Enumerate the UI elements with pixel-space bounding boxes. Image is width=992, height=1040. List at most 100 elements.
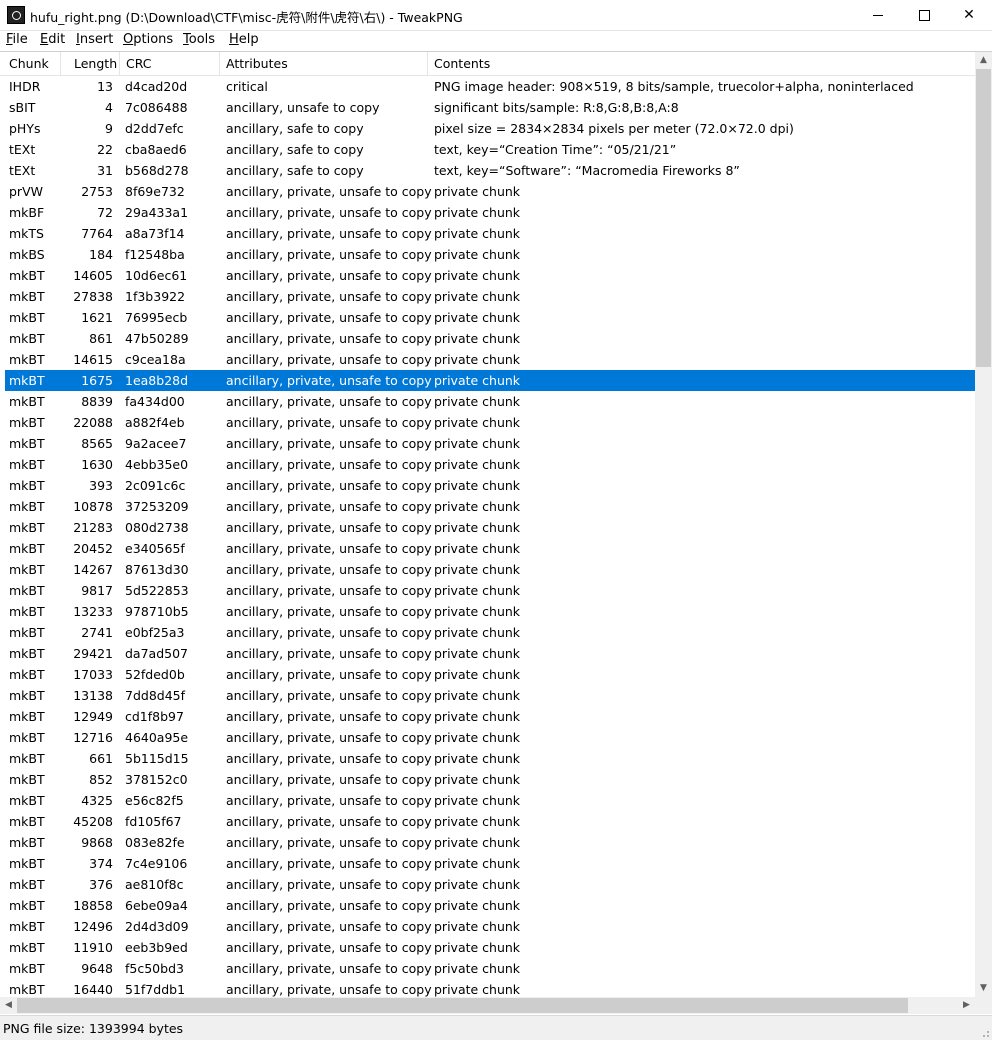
chunk-list[interactable]: IHDR 13 d4cad20d critical PNG image header: … bbox=[0, 76, 975, 997]
cell-attributes: ancillary, private, unsafe to copy bbox=[226, 625, 432, 640]
table-row[interactable]: mkBT 12496 2d4d3d09 ancillary, private, uns… bbox=[5, 916, 975, 937]
column-divider[interactable] bbox=[219, 52, 220, 75]
table-row-selected[interactable]: mkBT 1675 1ea8b28d ancillary, private, unsa… bbox=[5, 370, 975, 391]
table-row[interactable]: tEXt 22 cba8aed6 ancillary, safe to copy tex… bbox=[5, 139, 975, 160]
column-contents[interactable]: Contents bbox=[434, 56, 490, 71]
column-crc[interactable]: CRC bbox=[126, 56, 152, 71]
table-row[interactable]: mkTS 7764 a8a73f14 ancillary, private, unsa… bbox=[5, 223, 975, 244]
table-row[interactable]: mkBT 10878 37253209 ancillary, private, uns… bbox=[5, 496, 975, 517]
close-button[interactable]: ✕ bbox=[946, 0, 992, 30]
table-row[interactable]: prVW 2753 8f69e732 ancillary, private, unsa… bbox=[5, 181, 975, 202]
column-divider[interactable] bbox=[60, 52, 61, 75]
cell-length: 12496 bbox=[73, 919, 113, 934]
menu-options[interactable]: Options bbox=[123, 32, 173, 47]
table-row[interactable]: mkBT 12949 cd1f8b97 ancillary, private, uns… bbox=[5, 706, 975, 727]
table-row[interactable]: mkBT 376 ae810f8c ancillary, private, unsaf… bbox=[5, 874, 975, 895]
cell-attributes: ancillary, private, unsafe to copy bbox=[226, 667, 432, 682]
table-row[interactable]: mkBT 16440 51f7ddb1 ancillary, private, uns… bbox=[5, 979, 975, 997]
cell-contents: private chunk bbox=[434, 520, 521, 535]
window-title: hufu_right.png (D:\Download\CTF\misc-虎符\… bbox=[30, 10, 463, 25]
cell-attributes: ancillary, private, unsafe to copy bbox=[226, 247, 432, 262]
table-row[interactable]: mkBT 12716 4640a95e ancillary, private, uns… bbox=[5, 727, 975, 748]
menu-edit[interactable]: Edit bbox=[40, 32, 65, 47]
cell-length: 31 bbox=[97, 163, 113, 178]
menu-file[interactable]: File bbox=[6, 32, 28, 47]
column-divider[interactable] bbox=[427, 52, 428, 75]
column-length[interactable]: Length bbox=[74, 56, 117, 71]
table-row[interactable]: mkBF 72 29a433a1 ancillary, private, unsafe… bbox=[5, 202, 975, 223]
table-row[interactable]: mkBT 374 7c4e9106 ancillary, private, unsaf… bbox=[5, 853, 975, 874]
table-row[interactable]: mkBT 45208 fd105f67 ancillary, private, uns… bbox=[5, 811, 975, 832]
scroll-down-arrow-icon[interactable]: ▼ bbox=[975, 980, 992, 997]
cell-attributes: ancillary, private, unsafe to copy bbox=[226, 751, 432, 766]
table-row[interactable]: mkBT 14267 87613d30 ancillary, private, uns… bbox=[5, 559, 975, 580]
scroll-up-arrow-icon[interactable]: ▲ bbox=[975, 52, 992, 69]
table-row[interactable]: pHYs 9 d2dd7efc ancillary, safe to copy pixe… bbox=[5, 118, 975, 139]
table-row[interactable]: mkBT 1630 4ebb35e0 ancillary, private, unsa… bbox=[5, 454, 975, 475]
cell-crc: ae810f8c bbox=[125, 877, 184, 892]
cell-contents: private chunk bbox=[434, 688, 521, 703]
table-row[interactable]: mkBT 27838 1f3b3922 ancillary, private, uns… bbox=[5, 286, 975, 307]
table-row[interactable]: mkBT 22088 a882f4eb ancillary, private, uns… bbox=[5, 412, 975, 433]
table-row[interactable]: mkBT 21283 080d2738 ancillary, private, uns… bbox=[5, 517, 975, 538]
minimize-button[interactable] bbox=[855, 0, 901, 30]
cell-crc: a8a73f14 bbox=[125, 226, 185, 241]
cell-length: 7764 bbox=[81, 226, 113, 241]
scroll-right-arrow-icon[interactable]: ▶ bbox=[958, 997, 975, 1014]
cell-length: 22 bbox=[97, 142, 113, 157]
cell-attributes: ancillary, private, unsafe to copy bbox=[226, 268, 432, 283]
cell-chunk: mkBT bbox=[9, 583, 45, 598]
table-row[interactable]: mkBT 14615 c9cea18a ancillary, private, uns… bbox=[5, 349, 975, 370]
vertical-scroll-thumb[interactable] bbox=[976, 69, 991, 367]
table-row[interactable]: mkBT 9868 083e82fe ancillary, private, unsa… bbox=[5, 832, 975, 853]
cell-length: 4 bbox=[105, 100, 113, 115]
cell-chunk: mkBT bbox=[9, 982, 45, 997]
table-row[interactable]: mkBT 8565 9a2acee7 ancillary, private, unsa… bbox=[5, 433, 975, 454]
table-row[interactable]: mkBT 661 5b115d15 ancillary, private, unsaf… bbox=[5, 748, 975, 769]
cell-attributes: ancillary, private, unsafe to copy bbox=[226, 940, 432, 955]
cell-attributes: ancillary, private, unsafe to copy bbox=[226, 457, 432, 472]
table-row[interactable]: mkBT 11910 eeb3b9ed ancillary, private, uns… bbox=[5, 937, 975, 958]
vertical-scrollbar[interactable]: ▲ ▼ bbox=[975, 52, 992, 997]
title-bar[interactable]: hufu_right.png (D:\Download\CTF\misc-虎符\… bbox=[0, 0, 992, 31]
maximize-button[interactable] bbox=[901, 0, 947, 30]
menu-help[interactable]: Help bbox=[229, 32, 259, 47]
table-row[interactable]: mkBT 4325 e56c82f5 ancillary, private, unsa… bbox=[5, 790, 975, 811]
cell-attributes: ancillary, private, unsafe to copy bbox=[226, 331, 432, 346]
column-chunk[interactable]: Chunk bbox=[9, 56, 49, 71]
table-row[interactable]: mkBT 18858 6ebe09a4 ancillary, private, uns… bbox=[5, 895, 975, 916]
table-row[interactable]: IHDR 13 d4cad20d critical PNG image header: … bbox=[5, 76, 975, 97]
horizontal-scrollbar[interactable]: ◀ ▶ bbox=[0, 997, 975, 1014]
cell-length: 1621 bbox=[81, 310, 113, 325]
table-row[interactable]: mkBT 29421 da7ad507 ancillary, private, uns… bbox=[5, 643, 975, 664]
menu-insert[interactable]: Insert bbox=[76, 32, 113, 47]
table-row[interactable]: mkBT 17033 52fded0b ancillary, private, uns… bbox=[5, 664, 975, 685]
table-row[interactable]: mkBT 20452 e340565f ancillary, private, uns… bbox=[5, 538, 975, 559]
table-row[interactable]: mkBT 9817 5d522853 ancillary, private, unsa… bbox=[5, 580, 975, 601]
table-row[interactable]: mkBT 9648 f5c50bd3 ancillary, private, unsa… bbox=[5, 958, 975, 979]
table-row[interactable]: mkBT 13233 978710b5 ancillary, private, uns… bbox=[5, 601, 975, 622]
resize-grip-icon[interactable] bbox=[980, 1028, 990, 1038]
table-row[interactable]: mkBT 13138 7dd8d45f ancillary, private, uns… bbox=[5, 685, 975, 706]
scroll-left-arrow-icon[interactable]: ◀ bbox=[0, 997, 17, 1014]
cell-crc: 87613d30 bbox=[125, 562, 189, 577]
table-row[interactable]: tEXt 31 b568d278 ancillary, safe to copy tex… bbox=[5, 160, 975, 181]
menu-tools[interactable]: Tools bbox=[183, 32, 215, 47]
table-row[interactable]: mkBT 861 47b50289 ancillary, private, unsaf… bbox=[5, 328, 975, 349]
table-row[interactable]: mkBT 8839 fa434d00 ancillary, private, unsa… bbox=[5, 391, 975, 412]
table-row[interactable]: mkBT 393 2c091c6c ancillary, private, unsaf… bbox=[5, 475, 975, 496]
column-divider[interactable] bbox=[119, 52, 120, 75]
cell-length: 9648 bbox=[81, 961, 113, 976]
horizontal-scroll-thumb[interactable] bbox=[17, 998, 908, 1013]
column-attributes[interactable]: Attributes bbox=[226, 56, 288, 71]
table-row[interactable]: mkBT 1621 76995ecb ancillary, private, unsa… bbox=[5, 307, 975, 328]
table-row[interactable]: mkBS 184 f12548ba ancillary, private, unsaf… bbox=[5, 244, 975, 265]
table-row[interactable]: mkBT 852 378152c0 ancillary, private, unsaf… bbox=[5, 769, 975, 790]
tweakpng-app-icon[interactable] bbox=[7, 6, 25, 24]
cell-crc: 083e82fe bbox=[125, 835, 185, 850]
table-row[interactable]: sBIT 4 7c086488 ancillary, unsafe to copy si… bbox=[5, 97, 975, 118]
table-row[interactable]: mkBT 14605 10d6ec61 ancillary, private, uns… bbox=[5, 265, 975, 286]
table-row[interactable]: mkBT 2741 e0bf25a3 ancillary, private, unsa… bbox=[5, 622, 975, 643]
scroll-corner bbox=[975, 997, 992, 1014]
cell-length: 8839 bbox=[81, 394, 113, 409]
